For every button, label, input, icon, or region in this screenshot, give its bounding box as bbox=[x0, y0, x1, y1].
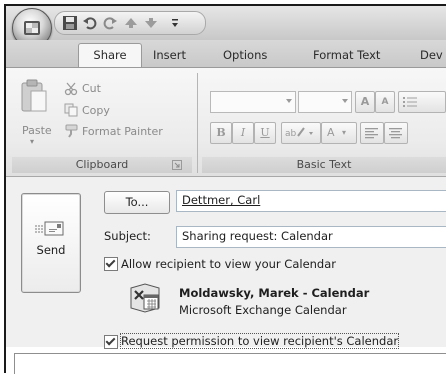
align-center-button[interactable] bbox=[384, 122, 408, 144]
shrink-font-button[interactable]: A bbox=[375, 91, 395, 113]
up-arrow-icon[interactable] bbox=[123, 15, 139, 31]
copy-icon bbox=[64, 103, 78, 117]
send-label: Send bbox=[36, 243, 66, 257]
calendar-icon bbox=[130, 283, 160, 313]
font-color-button[interactable]: A ▾ bbox=[321, 122, 357, 144]
format-painter-icon bbox=[65, 124, 78, 138]
office-logo-icon bbox=[24, 21, 40, 35]
send-button[interactable]: Send bbox=[21, 193, 81, 293]
highlight-button[interactable]: ab bbox=[281, 122, 321, 144]
align-left-button[interactable] bbox=[360, 122, 384, 144]
calendar-source: Microsoft Exchange Calendar bbox=[179, 303, 347, 317]
underline-button[interactable]: U bbox=[254, 122, 276, 144]
paste-icon[interactable] bbox=[20, 79, 48, 117]
group-separator bbox=[197, 73, 198, 173]
to-recipient[interactable]: Dettmer, Carl bbox=[182, 193, 260, 207]
basic-text-group-label: Basic Text bbox=[202, 157, 446, 173]
shared-calendar-name: Moldawsky, Marek - Calendar bbox=[179, 286, 370, 300]
font-size-combo[interactable] bbox=[298, 91, 352, 113]
svg-text:ab: ab bbox=[285, 129, 297, 139]
tab-share[interactable]: Share bbox=[78, 43, 142, 69]
undo-icon[interactable] bbox=[82, 15, 98, 31]
tab-format-text[interactable]: Format Text bbox=[313, 44, 380, 67]
customize-qat-icon[interactable] bbox=[167, 15, 183, 31]
subject-field[interactable]: Sharing request: Calendar bbox=[176, 226, 446, 248]
format-painter-button[interactable]: Format Painter bbox=[82, 125, 163, 138]
bullet-list-icon bbox=[403, 97, 417, 107]
scissors-icon bbox=[64, 82, 78, 96]
tab-developer[interactable]: Dev bbox=[420, 44, 443, 67]
font-name-combo[interactable] bbox=[210, 91, 296, 113]
allow-view-label[interactable]: Allow recipient to view your Calendar bbox=[121, 257, 336, 271]
copy-button[interactable]: Copy bbox=[82, 104, 110, 117]
italic-button[interactable]: I bbox=[232, 122, 254, 144]
cut-button[interactable]: Cut bbox=[82, 82, 101, 95]
align-center-icon bbox=[389, 128, 402, 139]
paste-dropdown-icon[interactable]: ▾ bbox=[30, 137, 34, 146]
chevron-down-icon: ▾ bbox=[342, 128, 347, 137]
chevron-down-icon bbox=[286, 99, 292, 103]
tab-insert[interactable]: Insert bbox=[153, 44, 186, 67]
tab-options[interactable]: Options bbox=[223, 44, 267, 67]
align-left-icon bbox=[365, 128, 378, 139]
font-color-label: A bbox=[327, 126, 335, 139]
clipboard-group-label: Clipboard bbox=[12, 157, 192, 173]
request-permission-label[interactable]: Request permission to view recipient's C… bbox=[119, 333, 400, 349]
subject-label: Subject: bbox=[104, 229, 151, 243]
paste-label[interactable]: Paste bbox=[22, 124, 52, 137]
dialog-launcher-icon[interactable] bbox=[172, 160, 182, 170]
bold-button[interactable]: B bbox=[210, 122, 232, 144]
to-field[interactable]: Dettmer, Carl bbox=[176, 190, 446, 212]
request-permission-checkbox[interactable] bbox=[104, 335, 118, 349]
allow-view-checkbox[interactable] bbox=[104, 257, 118, 271]
to-button[interactable]: To... bbox=[104, 191, 170, 214]
subject-value: Sharing request: Calendar bbox=[182, 229, 333, 243]
down-arrow-icon[interactable] bbox=[143, 15, 159, 31]
quick-access-toolbar bbox=[54, 11, 206, 35]
bullets-button[interactable] bbox=[398, 91, 446, 113]
grow-font-button[interactable]: A bbox=[355, 91, 375, 113]
chevron-down-icon bbox=[342, 99, 348, 103]
save-icon[interactable] bbox=[62, 15, 78, 31]
redo-icon[interactable] bbox=[102, 15, 118, 31]
send-envelope-icon bbox=[35, 221, 64, 236]
message-body[interactable] bbox=[14, 353, 446, 374]
highlighter-icon: ab bbox=[285, 127, 313, 139]
